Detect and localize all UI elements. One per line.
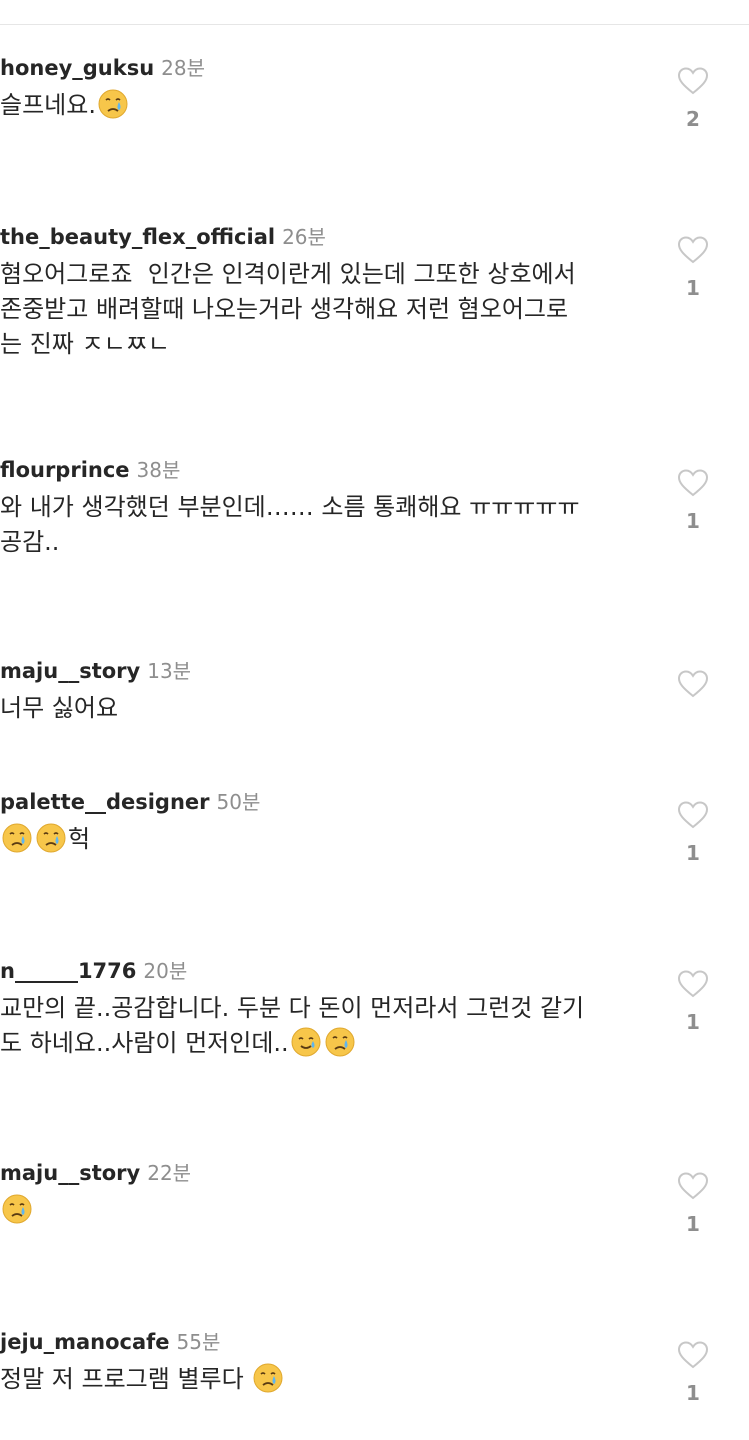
comment-time: 55분 (176, 1330, 221, 1354)
heart-outline-icon[interactable] (677, 969, 709, 999)
comment-time: 50분 (216, 790, 261, 814)
crying-face-emoji-icon (98, 89, 128, 119)
like-count: 1 (686, 1212, 700, 1236)
heart-outline-icon[interactable] (677, 66, 709, 96)
comment-text-body: 너무 싫어요 (0, 694, 119, 722)
like-control[interactable]: 1 (672, 1171, 714, 1237)
like-count: 1 (686, 1010, 700, 1034)
like-control[interactable] (672, 669, 714, 709)
heart-outline-icon[interactable] (677, 669, 709, 699)
comment-username[interactable]: the_beauty_flex_official (0, 225, 275, 249)
heart-outline-icon[interactable] (677, 1340, 709, 1370)
heart-outline-icon[interactable] (677, 1171, 709, 1201)
comment-username[interactable]: flourprince (0, 458, 130, 482)
top-divider (0, 24, 749, 25)
comment-meta: n______1776 20분 (0, 955, 187, 987)
like-count: 1 (686, 509, 700, 533)
like-control[interactable]: 1 (672, 468, 714, 534)
comment-meta: the_beauty_flex_official 26분 (0, 221, 326, 253)
like-control[interactable]: 1 (672, 800, 714, 866)
comment-username[interactable]: honey_guksu (0, 56, 154, 80)
comment-text (0, 1193, 640, 1228)
comment-time: 13분 (147, 659, 192, 683)
comment-time: 26분 (282, 225, 326, 249)
crying-face-emoji-icon (253, 1363, 283, 1393)
like-count: 1 (686, 841, 700, 865)
like-control[interactable]: 1 (672, 235, 714, 301)
like-control[interactable]: 1 (672, 969, 714, 1035)
like-control[interactable]: 1 (672, 1340, 714, 1406)
heart-outline-icon[interactable] (677, 468, 709, 498)
comment-meta: palette__designer 50분 (0, 786, 260, 818)
comment-username[interactable]: maju__story (0, 1161, 140, 1185)
comment-text-body: 정말 저 프로그램 별루다 (0, 1365, 252, 1393)
like-count: 1 (686, 1381, 700, 1405)
comment-text-body: 혐오어그로죠 인간은 인격이란게 있는데 그또한 상호에서 존중받고 배려할때 … (0, 260, 576, 358)
comment-text-body: 와 내가 생각했던 부분인데…… 소름 통쾌해요 ㅠㅠㅠㅠㅠ 공감.. (0, 493, 580, 556)
comment-text: 헉 (0, 822, 640, 857)
comment-text: 혐오어그로죠 인간은 인격이란게 있는데 그또한 상호에서 존중받고 배려할때 … (0, 257, 640, 362)
crying-face-emoji-icon (325, 1027, 355, 1057)
comment-text: 교만의 끝..공감합니다. 두분 다 돈이 먼저라서 그런것 같기 도 하네요.… (0, 991, 640, 1061)
comment-username[interactable]: maju__story (0, 659, 140, 683)
comment-meta: jeju_manocafe 55분 (0, 1326, 220, 1358)
comment-text: 너무 싫어요 (0, 691, 640, 726)
comment-meta: maju__story 13분 (0, 655, 191, 687)
crying-face-emoji-icon (2, 1194, 32, 1224)
comment-time: 22분 (147, 1161, 192, 1185)
comment-username[interactable]: palette__designer (0, 790, 210, 814)
comment-meta: maju__story 22분 (0, 1157, 191, 1189)
crying-face-emoji-icon (36, 823, 66, 853)
comment-time: 20분 (143, 959, 188, 983)
comment-text-body: 슬프네요. (0, 91, 96, 119)
comment-meta: flourprince 38분 (0, 454, 180, 486)
comment-username[interactable]: n______1776 (0, 959, 136, 983)
heart-outline-icon[interactable] (677, 800, 709, 830)
comment-text: 슬프네요. (0, 88, 640, 123)
like-control[interactable]: 2 (672, 66, 714, 132)
like-count: 2 (686, 107, 700, 131)
comment-meta: honey_guksu 28분 (0, 52, 205, 84)
crying-face-emoji-icon (2, 823, 32, 853)
comment-time: 38분 (136, 458, 181, 482)
heart-outline-icon[interactable] (677, 235, 709, 265)
comment-text: 와 내가 생각했던 부분인데…… 소름 통쾌해요 ㅠㅠㅠㅠㅠ 공감.. (0, 490, 640, 560)
smiling-face-with-tear-emoji-icon (291, 1027, 321, 1057)
comment-text: 정말 저 프로그램 별루다 (0, 1362, 640, 1397)
comment-text-body: 헉 (68, 825, 91, 853)
comment-time: 28분 (161, 56, 206, 80)
comment-username[interactable]: jeju_manocafe (0, 1330, 170, 1354)
like-count: 1 (686, 276, 700, 300)
